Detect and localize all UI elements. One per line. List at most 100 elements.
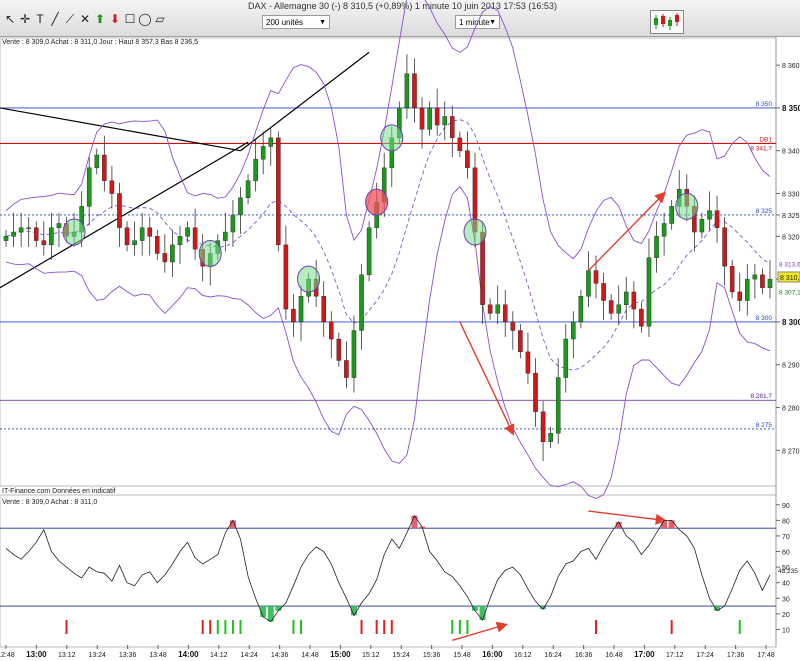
candle-body (661, 223, 667, 237)
candle-body (94, 154, 100, 169)
axes: 8 3608 3508 3408 3308 3258 3208 3108 300… (0, 63, 800, 659)
chart-area[interactable]: 8 350 DB1 8 341,7 8 325 8 300 8 281,7 8 275 8 … (0, 0, 800, 661)
candle-body (344, 360, 349, 378)
time-tick-label: 16:24 (544, 652, 562, 659)
time-tick-label: 16:48 (605, 652, 623, 659)
arrow-up-annotation (587, 191, 667, 272)
signal-bar (65, 620, 68, 634)
data-source: IT-Finance.com Données en indicatif (2, 488, 116, 495)
candle-body (351, 330, 357, 378)
candle-body (714, 210, 720, 228)
candle-body (586, 270, 591, 297)
time-tick-label: 12:48 (0, 652, 15, 659)
time-tick-label: 13:48 (149, 652, 167, 659)
osc-tick-label: 70 (782, 534, 790, 541)
overbought-fill (411, 515, 418, 529)
candle-body (223, 231, 228, 241)
time-tick-label: 13:24 (88, 652, 106, 659)
oscillator (0, 514, 776, 623)
signal-bar (383, 620, 386, 634)
candle-body (336, 338, 342, 361)
candle-body (457, 137, 463, 151)
price-info: Vente : 8 309,0 Achat : 8 311,0 Jour : H… (2, 39, 199, 46)
signal-bar (231, 620, 234, 634)
candle-body (767, 278, 773, 288)
candle-body (707, 210, 712, 220)
signal-bar (375, 620, 378, 634)
signal-bar (390, 620, 393, 634)
price-tick-label: 8 270 (782, 448, 800, 455)
time-tick-label: 17:12 (666, 652, 684, 659)
price-level-label: 8 325 (756, 208, 773, 215)
osc-tick-label: 90 (782, 503, 790, 510)
candle-body (525, 351, 531, 374)
candle-body (102, 154, 107, 181)
signal-bar (216, 620, 219, 634)
signal-bar (201, 620, 204, 634)
osc-tick-label: 40 (782, 581, 790, 588)
candle-body (616, 304, 621, 314)
candle-body (639, 308, 644, 327)
candle-body (155, 236, 160, 254)
candle-body (745, 278, 750, 301)
time-tick-label: 16:12 (514, 652, 532, 659)
price-marker-label: 8 307,1 (779, 290, 800, 297)
osc-tick-label: 20 (782, 612, 790, 619)
circle-annotation (380, 124, 404, 152)
overbought-fill (668, 520, 675, 529)
candle-body (366, 227, 372, 276)
circle-annotation (62, 218, 86, 246)
candle-body (109, 180, 115, 194)
arrow-down-annotation (459, 321, 515, 436)
candle-body (533, 373, 538, 412)
candle-body (185, 227, 190, 237)
osc-tick-label: 80 (782, 518, 790, 525)
candle-body (170, 244, 175, 263)
trend-lines (0, 51, 370, 289)
signal-bar (360, 620, 363, 634)
price-level-label: 8 300 (756, 315, 773, 322)
time-tick-label: 15:12 (362, 652, 380, 659)
signal-bar (451, 620, 454, 634)
candle-body (245, 180, 251, 198)
price-level-label: DB1 (759, 136, 772, 143)
candle-body (646, 257, 652, 327)
time-tick-label: 13:12 (58, 652, 76, 659)
candle-body (608, 300, 614, 314)
candle-body (760, 274, 765, 288)
candle-body (752, 274, 758, 280)
time-tick-label: 14:00 (178, 650, 199, 659)
price-tick-label: 8 290 (782, 363, 800, 370)
candle-body (450, 116, 455, 139)
price-tick-label: 8 360 (782, 63, 800, 70)
candle-body (41, 240, 47, 246)
candle-body (510, 321, 516, 331)
candle-body (11, 231, 16, 237)
price-tick-label: 8 325 (782, 213, 800, 220)
time-tick-label: 13:00 (26, 650, 47, 659)
time-tick-label: 14:36 (271, 652, 289, 659)
candle-body (518, 330, 523, 353)
signal-bar (738, 620, 741, 634)
candle-body (729, 266, 735, 293)
candle-body (26, 227, 31, 229)
candle-body (571, 321, 576, 340)
candle-body (132, 240, 137, 246)
candle-body (177, 236, 183, 246)
candle-body (578, 296, 584, 323)
price-tick-label: 8 330 (782, 192, 800, 199)
candle-body (276, 137, 281, 246)
time-tick-label: 16:36 (575, 652, 593, 659)
candle-body (495, 304, 500, 314)
time-tick-label: 15:36 (423, 652, 441, 659)
candle-body (540, 411, 546, 442)
candle-body (260, 146, 266, 160)
candle-body (18, 227, 24, 233)
circle-annotation (675, 192, 699, 220)
candle-body (56, 223, 62, 228)
candle-body (268, 137, 274, 147)
circle-annotation (463, 218, 487, 246)
signal-bar (670, 620, 673, 634)
trend-line-upper (0, 107, 241, 152)
time-tick-label: 13:36 (119, 652, 137, 659)
